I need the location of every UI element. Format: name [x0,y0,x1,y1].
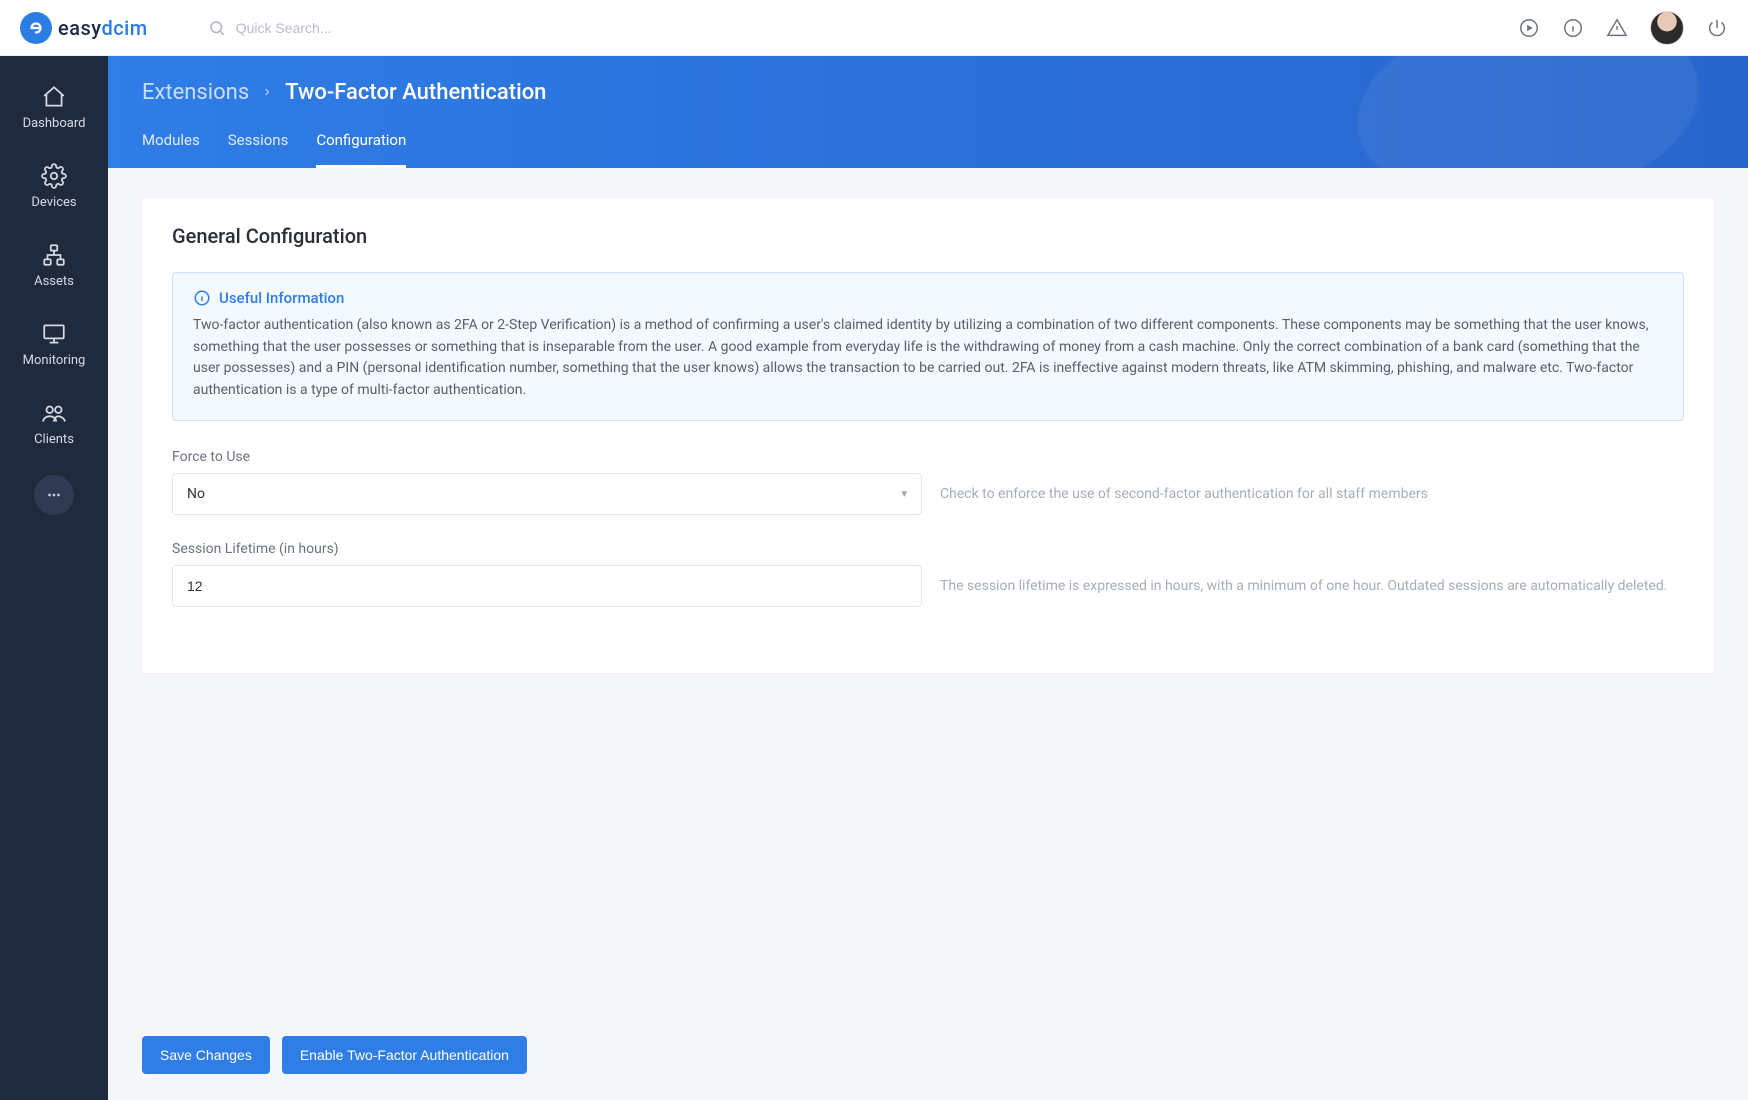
network-icon [41,242,67,268]
breadcrumb: Extensions Two-Factor Authentication [142,80,1714,105]
force-select[interactable]: No ▾ [172,473,922,515]
field-force-to-use: Force to Use No ▾ Check to enforce the u… [172,449,1684,515]
play-icon[interactable] [1518,17,1540,39]
config-card: General Configuration Useful Information… [142,198,1714,673]
sidebar-item-dashboard[interactable]: Dashboard [0,70,108,143]
search-icon [208,19,226,37]
tab-sessions[interactable]: Sessions [228,131,289,168]
chevron-down-icon: ▾ [901,487,907,500]
sidebar-item-label: Monitoring [23,353,86,368]
force-value: No [187,486,205,502]
search-input[interactable] [236,20,536,36]
field-session-lifetime: Session Lifetime (in hours) The session … [172,541,1684,607]
info-icon[interactable] [1562,17,1584,39]
chevron-right-icon [261,83,273,102]
force-label: Force to Use [172,449,1684,465]
force-hint: Check to enforce the use of second-facto… [940,486,1684,502]
info-text: Two-factor authentication (also known as… [193,315,1663,402]
brand-mark [20,12,52,44]
global-search[interactable] [208,19,1518,37]
sidebar-item-label: Dashboard [23,116,86,131]
topbar: easydcim [0,0,1748,56]
user-avatar[interactable] [1650,11,1684,45]
sidebar-item-monitoring[interactable]: Monitoring [0,307,108,380]
users-icon [41,400,67,426]
info-circle-icon [193,289,211,307]
topbar-actions [1518,11,1728,45]
section-title: General Configuration [172,224,1684,248]
sidebar-item-assets[interactable]: Assets [0,228,108,301]
sidebar-item-clients[interactable]: Clients [0,386,108,459]
enable-2fa-button[interactable]: Enable Two-Factor Authentication [282,1036,527,1074]
sidebar-item-label: Clients [34,432,74,447]
sidebar-item-label: Devices [31,195,76,210]
dots-icon [45,486,63,504]
info-box: Useful Information Two-factor authentica… [172,272,1684,421]
sidebar-item-label: Assets [34,274,74,289]
brand-text: easydcim [58,16,148,40]
content-area: General Configuration Useful Information… [108,168,1748,1018]
save-button[interactable]: Save Changes [142,1036,270,1074]
sidebar: Dashboard Devices Assets Monitoring Clie… [0,56,108,1100]
tab-modules[interactable]: Modules [142,131,200,168]
sidebar-more-button[interactable] [34,475,74,515]
lifetime-label: Session Lifetime (in hours) [172,541,1684,557]
home-icon [41,84,67,110]
breadcrumb-current: Two-Factor Authentication [285,80,546,105]
lifetime-input[interactable] [172,565,922,607]
monitor-icon [41,321,67,347]
breadcrumb-root[interactable]: Extensions [142,80,249,105]
tab-configuration[interactable]: Configuration [316,131,406,168]
brand-logo[interactable]: easydcim [20,12,148,44]
alert-icon[interactable] [1606,17,1628,39]
gear-icon [41,163,67,189]
info-title: Useful Information [193,289,1663,307]
page-header: Extensions Two-Factor Authentication Mod… [108,56,1748,168]
power-icon[interactable] [1706,17,1728,39]
tab-bar: Modules Sessions Configuration [142,131,1714,168]
footer-actions: Save Changes Enable Two-Factor Authentic… [108,1018,1748,1100]
sidebar-item-devices[interactable]: Devices [0,149,108,222]
lifetime-hint: The session lifetime is expressed in hou… [940,578,1684,594]
